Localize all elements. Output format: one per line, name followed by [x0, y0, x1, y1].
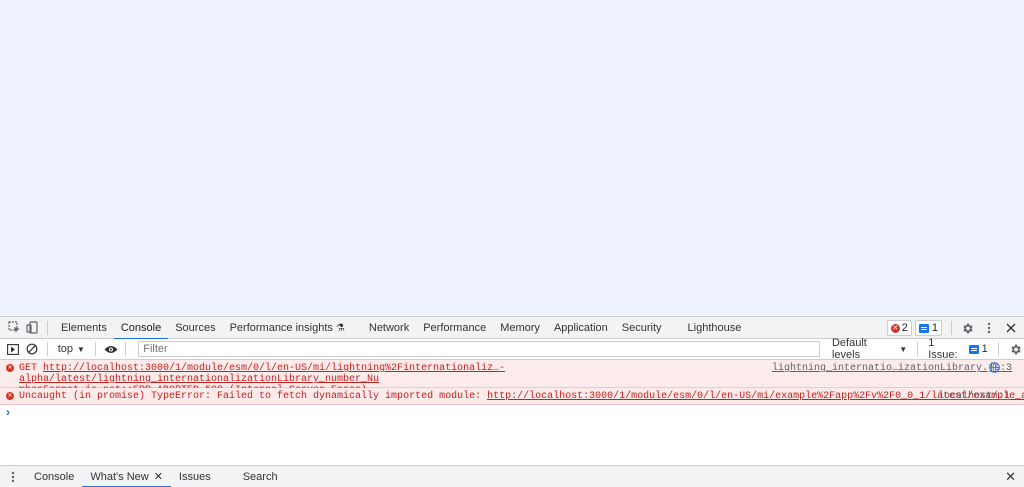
separator	[94, 342, 96, 356]
source-link[interactable]: localhost/:1	[938, 391, 1010, 402]
console-error-message: ✕ GET http://localhost:3000/1/module/esm…	[0, 360, 1024, 396]
tab-sources[interactable]: Sources	[168, 317, 222, 339]
separator	[917, 342, 919, 356]
message-prefix: GET	[19, 363, 44, 374]
experiment-flask-icon: ⚗	[335, 322, 345, 334]
issue-message-icon	[918, 323, 929, 333]
tab-security[interactable]: Security	[615, 317, 669, 339]
network-globe-icon[interactable]	[989, 362, 1000, 377]
drawer-tab-whats-new[interactable]: What's New ✕	[82, 466, 171, 487]
devtools-tabbar: Elements Console Sources Performance ins…	[0, 317, 1024, 340]
error-count: 2	[901, 322, 908, 334]
console-toolbar: top ▼ Default levels ▼ 1 Issue: 1	[0, 337, 1024, 361]
message-prefix: Uncaught (in promise) TypeError: Failed …	[19, 391, 488, 402]
issues-label: 1 Issue:	[928, 337, 958, 361]
issues-count: 1	[931, 322, 938, 334]
tab-label: Performance insights	[229, 321, 333, 334]
close-tab-icon[interactable]: ✕	[154, 466, 163, 487]
error-icon: ✕	[6, 364, 14, 372]
close-devtools-icon[interactable]	[1002, 319, 1020, 337]
drawer-menu-icon[interactable]	[4, 468, 22, 486]
clear-console-icon[interactable]	[23, 340, 40, 358]
tab-memory[interactable]: Memory	[493, 317, 547, 339]
issues-count: 1	[981, 343, 988, 355]
tabbar-actions: ✕ 2 1	[886, 317, 1024, 339]
request-url-link[interactable]: http://localhost:3000/1/module/esm/0/l/e…	[19, 363, 505, 385]
separator	[125, 342, 127, 356]
close-drawer-icon[interactable]: ✕	[1005, 469, 1016, 485]
drawer-tab-search[interactable]: Search	[235, 466, 286, 487]
more-options-icon[interactable]	[980, 319, 998, 337]
message-text: Uncaught (in promise) TypeError: Failed …	[19, 391, 1024, 402]
dropdown-triangle-icon: ▼	[77, 344, 85, 354]
issue-message-icon	[969, 344, 979, 354]
tab-performance[interactable]: Performance	[416, 317, 493, 339]
tab-console[interactable]: Console	[113, 317, 169, 340]
drawer-tab-label: What's New	[90, 471, 149, 483]
tab-elements[interactable]: Elements	[54, 317, 114, 339]
separator	[951, 321, 952, 335]
log-levels-label: Default levels	[831, 337, 867, 361]
settings-gear-icon[interactable]	[958, 319, 976, 337]
tab-application[interactable]: Application	[547, 317, 615, 339]
tab-network[interactable]: Network	[362, 317, 416, 339]
context-selector[interactable]: top ▼	[54, 339, 89, 360]
inspect-element-icon[interactable]	[5, 319, 23, 337]
issues-count-badge[interactable]: 1	[914, 320, 942, 336]
drawer-tab-console[interactable]: Console	[26, 466, 82, 487]
console-settings-gear-icon[interactable]	[1007, 340, 1024, 358]
tab-performance-insights[interactable]: Performance insights ⚗	[223, 317, 352, 339]
tab-lighthouse[interactable]: Lighthouse	[681, 317, 749, 339]
separator	[997, 342, 999, 356]
drawer-tab-issues[interactable]: Issues	[171, 466, 219, 487]
live-expression-eye-icon[interactable]	[102, 340, 119, 358]
console-error-message: ✕ Uncaught (in promise) TypeError: Faile…	[0, 388, 1024, 405]
error-count-badge[interactable]: ✕ 2	[886, 320, 912, 336]
filter-input[interactable]	[138, 341, 820, 357]
log-levels-dropdown[interactable]: Default levels ▼	[828, 337, 911, 361]
device-toolbar-icon[interactable]	[23, 319, 41, 337]
error-icon: ✕	[6, 392, 14, 400]
show-sidebar-icon[interactable]	[4, 340, 21, 358]
devtools-panel: Elements Console Sources Performance ins…	[0, 316, 1024, 487]
console-prompt[interactable]: ›	[0, 405, 1024, 419]
separator	[47, 320, 48, 335]
dropdown-triangle-icon: ▼	[899, 344, 908, 354]
error-icon: ✕	[890, 323, 900, 333]
devtools-drawer: Console What's New ✕ Issues Search ✕	[0, 465, 1024, 487]
context-value: top	[57, 342, 74, 355]
source-link[interactable]: lightning_internatio…izationLibrary.js:3	[772, 363, 1012, 374]
page-viewport	[0, 0, 1024, 316]
separator	[46, 342, 48, 356]
issues-button[interactable]: 1 Issue: 1	[924, 337, 992, 361]
console-messages: ✕ GET http://localhost:3000/1/module/esm…	[0, 360, 1024, 419]
